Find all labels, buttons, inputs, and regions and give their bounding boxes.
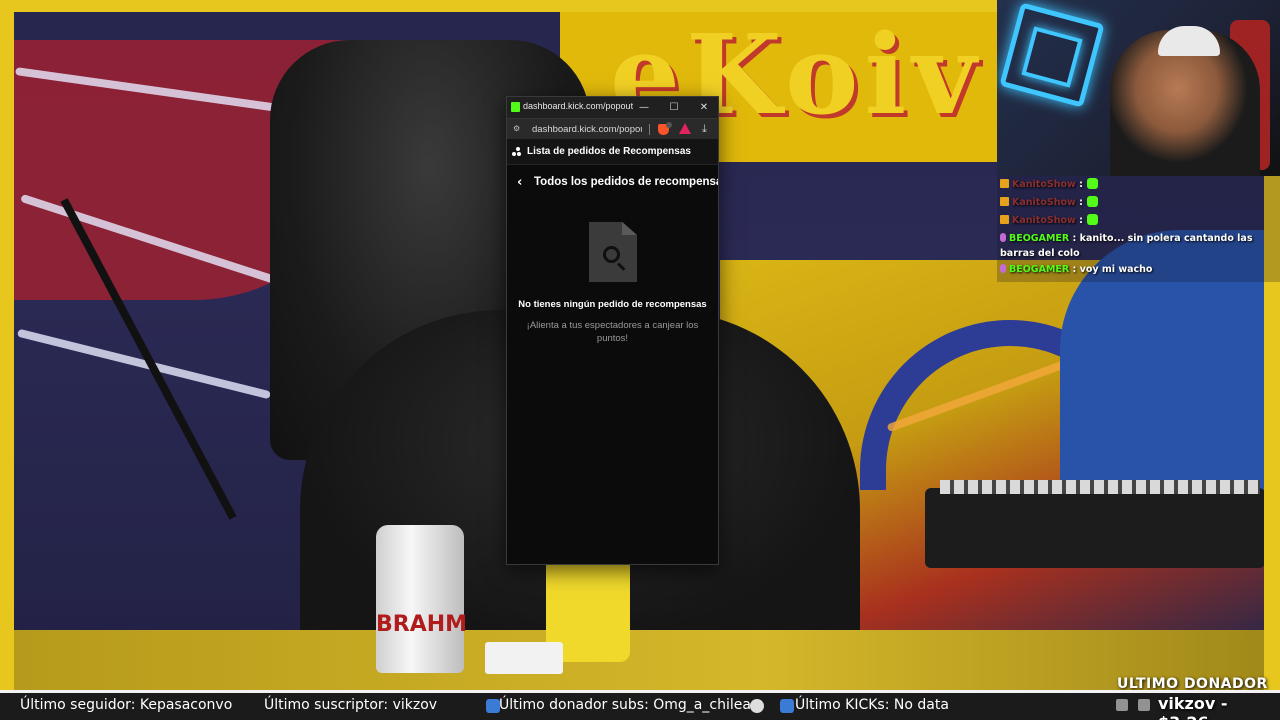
chat-message: KanitoShow : bbox=[997, 176, 1280, 194]
search-icon bbox=[603, 246, 620, 263]
chat-message: BEOGAMER : kanito... sin polera cantando… bbox=[997, 230, 1280, 261]
crown-badge-icon bbox=[1000, 215, 1009, 224]
chat-overlay: KanitoShow : KanitoShow : KanitoShow : B… bbox=[997, 176, 1280, 282]
chat-username: BEOGAMER bbox=[1009, 233, 1070, 244]
emote-icon bbox=[1086, 178, 1098, 189]
chat-message: KanitoShow : bbox=[997, 194, 1280, 212]
chat-username: KanitoShow bbox=[1012, 197, 1076, 208]
chat-username: KanitoShow bbox=[1012, 179, 1076, 190]
last-follower: Último seguidor: Kepasaconvo bbox=[20, 697, 233, 713]
app-icon bbox=[780, 699, 794, 713]
user-badge-icon bbox=[1000, 233, 1006, 242]
last-sub-donor: Último donador subs: Omg_a_chilean bbox=[499, 697, 760, 713]
ticker-bar: Último seguidor: Kepasaconvo Último susc… bbox=[0, 693, 1280, 720]
shields-badge bbox=[666, 122, 672, 128]
kick-favicon-icon bbox=[511, 102, 520, 112]
chat-text: voy mi wacho bbox=[1079, 264, 1153, 275]
last-donor-amount: vikzov - $3.26 bbox=[1158, 694, 1228, 720]
chat-separator: : bbox=[1072, 264, 1077, 275]
mic-icon bbox=[1138, 699, 1150, 711]
chat-message: KanitoShow : bbox=[997, 212, 1280, 230]
page-header: Lista de pedidos de Recompensas bbox=[507, 139, 718, 165]
address-bar[interactable]: ⚙ dashboard.kick.com/popout ⤓ bbox=[507, 118, 718, 139]
empty-state-title: No tienes ningún pedido de recompensas bbox=[518, 299, 707, 310]
download-icon[interactable]: ⤓ bbox=[702, 122, 707, 136]
chat-separator: : bbox=[1079, 179, 1083, 190]
tray-icon bbox=[1116, 699, 1128, 711]
media-icon bbox=[750, 699, 764, 713]
chat-separator: : bbox=[1079, 197, 1083, 208]
rewards-popout-window[interactable]: dashboard.kick.com/popout... — ☐ ✕ ⚙ das… bbox=[506, 96, 719, 565]
rewards-content: ‹ Todos los pedidos de recompensas No ti… bbox=[507, 165, 718, 564]
crown-badge-icon bbox=[1000, 197, 1009, 206]
crown-badge-icon bbox=[1000, 179, 1009, 188]
rewards-icon bbox=[512, 147, 521, 156]
section-title[interactable]: Todos los pedidos de recompensas bbox=[534, 176, 718, 188]
window-title: dashboard.kick.com/popout... bbox=[523, 101, 633, 111]
separator bbox=[649, 124, 650, 135]
chat-username: BEOGAMER bbox=[1009, 264, 1070, 275]
app-icon bbox=[486, 699, 500, 713]
emote-icon bbox=[1086, 196, 1098, 207]
empty-state-subtitle: ¡Alienta a tus espectadores a canjear lo… bbox=[526, 320, 699, 344]
chat-username: KanitoShow bbox=[1012, 215, 1076, 226]
user-badge-icon bbox=[1000, 264, 1006, 273]
last-subscriber: Último suscriptor: vikzov bbox=[264, 697, 438, 713]
emote-icon bbox=[1086, 214, 1098, 225]
site-settings-icon[interactable]: ⚙ bbox=[513, 124, 520, 133]
minimize-button[interactable]: — bbox=[629, 98, 659, 117]
chat-separator: : bbox=[1079, 215, 1083, 226]
page-title: Lista de pedidos de Recompensas bbox=[527, 146, 691, 157]
url-field[interactable]: dashboard.kick.com/popout bbox=[532, 124, 642, 135]
brave-rewards-icon[interactable] bbox=[679, 123, 691, 134]
window-titlebar[interactable]: dashboard.kick.com/popout... — ☐ ✕ bbox=[507, 97, 718, 118]
chat-message: BEOGAMER : voy mi wacho bbox=[997, 261, 1280, 279]
chevron-left-icon[interactable]: ‹ bbox=[517, 175, 522, 191]
chat-separator: : bbox=[1072, 233, 1077, 244]
bottom-ticker: Último seguidor: Kepasaconvo Último susc… bbox=[0, 690, 1280, 720]
close-button[interactable]: ✕ bbox=[689, 98, 718, 117]
last-kicks: Último KICKs: No data bbox=[795, 697, 949, 713]
maximize-button[interactable]: ☐ bbox=[659, 98, 689, 117]
